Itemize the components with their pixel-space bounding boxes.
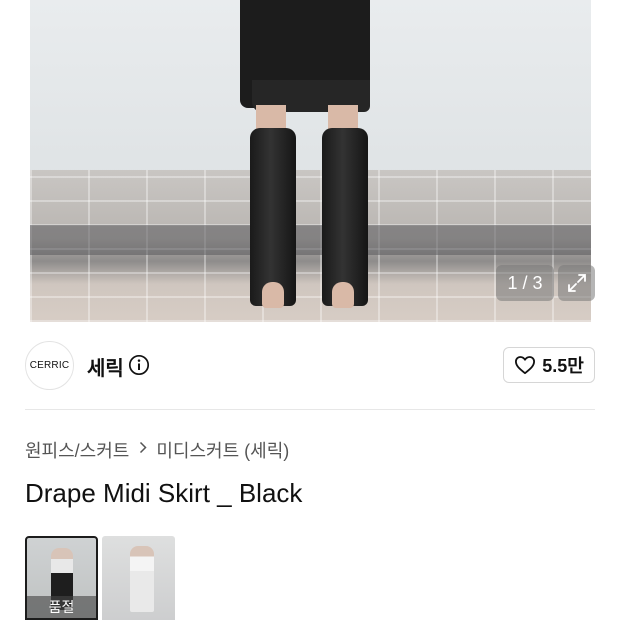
soldout-badge: 품절 [27, 596, 96, 618]
brand-logo[interactable]: CERRIC [25, 341, 74, 390]
chevron-right-icon [139, 441, 147, 459]
expand-button[interactable] [558, 265, 595, 301]
like-count: 5.5만 [542, 356, 584, 376]
breadcrumb-item-category[interactable]: 원피스/스커트 [25, 437, 129, 463]
brand-logo-text: CERRIC [29, 360, 70, 371]
thumbnail-2[interactable] [102, 536, 175, 620]
thumbnail-photo [130, 546, 154, 612]
product-title: Drape Midi Skirt _ Black [25, 478, 303, 508]
breadcrumb-item-subcategory[interactable]: 미디스커트 (세릭) [156, 437, 289, 463]
thumbnail-1[interactable]: 품절 [25, 536, 98, 620]
brand-name[interactable]: 세릭 [87, 352, 124, 381]
expand-icon [567, 274, 586, 292]
breadcrumb: 원피스/스커트 미디스커트 (세릭) [25, 437, 289, 463]
product-image-gallery[interactable]: 1 / 3 [0, 0, 620, 322]
info-circle-icon[interactable] [128, 354, 150, 376]
divider [25, 409, 595, 410]
heart-outline-icon [515, 356, 536, 375]
image-counter: 1 / 3 [496, 265, 554, 301]
like-button[interactable]: 5.5만 [503, 347, 595, 383]
